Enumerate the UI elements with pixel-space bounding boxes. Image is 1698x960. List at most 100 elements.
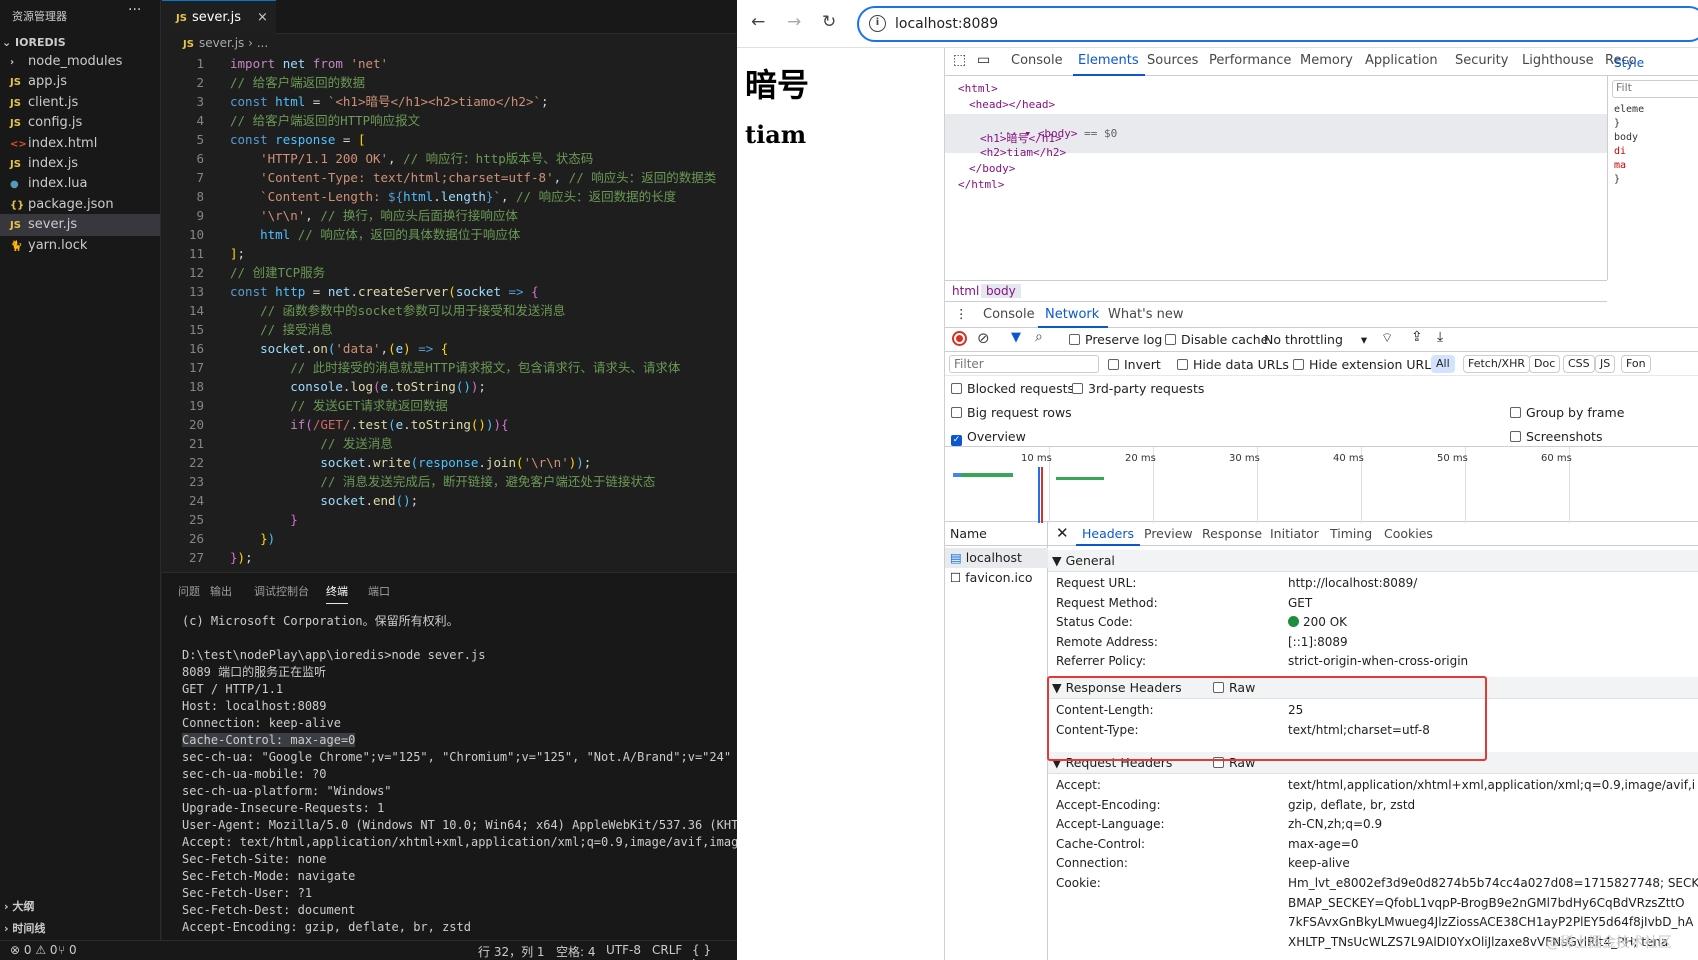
disable-cache-checkbox[interactable]: Disable cache xyxy=(1165,332,1268,347)
tab-timing[interactable]: Timing xyxy=(1330,526,1372,541)
code-editor[interactable]: 1 import net from 'net' 2// 给客户端返回的数据 3 co… xyxy=(162,54,737,567)
clear-icon[interactable]: ⊘ xyxy=(977,329,990,347)
request-favicon[interactable]: ☐ favicon.ico xyxy=(945,568,1048,588)
type-filter-1[interactable]: Fetch/XHR xyxy=(1463,355,1530,373)
file-index-lua[interactable]: ● index.lua xyxy=(0,173,160,195)
device-toolbar-icon[interactable]: ▭ xyxy=(977,52,990,68)
request-localhost[interactable]: ▤ localhost xyxy=(945,548,1048,568)
screenshots-checkbox[interactable]: Screenshots xyxy=(1510,429,1602,444)
group-by-frame-checkbox[interactable]: Group by frame xyxy=(1510,405,1624,420)
preserve-log-checkbox[interactable]: Preserve log xyxy=(1069,332,1162,347)
language-status[interactable]: { } Java xyxy=(692,943,737,960)
panel-tab-0[interactable]: 问题 xyxy=(178,583,200,599)
dom-node-head[interactable]: <head></head> xyxy=(969,98,1055,111)
encoding-status[interactable]: UTF-8 xyxy=(606,943,641,957)
type-filter-0[interactable]: All xyxy=(1431,355,1455,373)
tab-sever-js[interactable]: JS sever.js × xyxy=(162,0,276,34)
overview-checkbox[interactable]: ✓ Overview xyxy=(951,429,1026,446)
drawer-menu-icon[interactable]: ⋮ xyxy=(955,306,968,321)
filter-funnel-icon[interactable]: ▼ xyxy=(1011,330,1021,345)
elements-tree[interactable]: <html> <head></head> ··· ▾ <body> == $0 … xyxy=(945,76,1607,280)
throttling-select[interactable]: No throttling ▾ xyxy=(1264,332,1367,347)
problems-status[interactable]: ⊗ 0 ⚠ 0 xyxy=(10,943,58,957)
crumb-html[interactable]: html xyxy=(947,284,984,298)
file-yarn-lock[interactable]: 🐈 yarn.lock xyxy=(0,235,160,257)
panel-tab-2[interactable]: 调试控制台 xyxy=(254,583,309,599)
section-general[interactable]: ▼ General xyxy=(1048,550,1698,572)
file-client-js[interactable]: JS client.js xyxy=(0,92,160,114)
close-icon[interactable]: ✕ xyxy=(1056,524,1069,542)
search-icon[interactable]: ⌕ xyxy=(1035,329,1043,345)
forward-arrow-icon[interactable]: → xyxy=(787,12,801,32)
drawer-tab-0[interactable]: Console xyxy=(983,307,1035,322)
close-icon[interactable]: × xyxy=(257,1,268,34)
tab-sources[interactable]: Sources xyxy=(1147,53,1198,68)
panel-tab-4[interactable]: 端口 xyxy=(368,583,390,599)
tab-cookies[interactable]: Cookies xyxy=(1384,526,1433,541)
cursor-position[interactable]: 行 32，列 1 xyxy=(478,943,545,960)
address-bar[interactable]: i localhost:8089 xyxy=(857,6,1698,42)
file-config-js[interactable]: JS config.js xyxy=(0,112,160,134)
tab-initiator[interactable]: Initiator xyxy=(1270,526,1319,541)
file-app-js[interactable]: JS app.js xyxy=(0,71,160,93)
upload-icon[interactable]: ⇪ xyxy=(1411,329,1423,345)
file-index-js[interactable]: JS index.js xyxy=(0,153,160,175)
tab-elements[interactable]: Elements xyxy=(1078,53,1139,68)
drawer-tab-2[interactable]: What's new xyxy=(1108,307,1184,322)
timeline-section[interactable]: › 时间线 xyxy=(0,918,160,940)
name-column-header[interactable]: Name xyxy=(945,522,1048,546)
dom-node-html[interactable]: <html> xyxy=(958,82,998,95)
network-filter-input[interactable]: Filter xyxy=(949,355,1099,373)
file-package-json[interactable]: {} package.json xyxy=(0,194,160,216)
file-index-html[interactable]: <>index.html xyxy=(0,133,160,155)
breadcrumb[interactable]: JS sever.js › ... xyxy=(183,36,268,50)
panel-tab-3[interactable]: 终端 xyxy=(326,583,348,604)
type-filter-4[interactable]: JS xyxy=(1595,355,1616,373)
network-conditions-icon[interactable]: ⌔ xyxy=(1381,330,1393,346)
tab-console[interactable]: Console xyxy=(1011,53,1063,68)
download-icon[interactable]: ⤓ xyxy=(1437,329,1443,345)
tab-memory[interactable]: Memory xyxy=(1300,53,1353,68)
crumb-body[interactable]: body xyxy=(981,284,1021,298)
big-request-rows-checkbox[interactable]: Big request rows xyxy=(951,405,1072,420)
hide-extension-urls-checkbox[interactable]: Hide extension URLs xyxy=(1293,357,1438,372)
folder-ioredis[interactable]: ⌄ IOREDIS xyxy=(2,36,66,49)
tab-styles[interactable]: Style xyxy=(1614,56,1644,70)
url-input[interactable]: localhost:8089 xyxy=(895,16,998,32)
record-icon[interactable] xyxy=(952,331,967,346)
more-actions-icon[interactable]: ··· xyxy=(128,2,141,18)
hide-data-urls-checkbox[interactable]: Hide data URLs xyxy=(1177,357,1289,372)
browser-toolbar: ← → ↻ i localhost:8089 xyxy=(737,0,1698,48)
type-filter-2[interactable]: Doc xyxy=(1529,355,1561,373)
ports-status[interactable]: ⑂ 0 xyxy=(58,943,77,957)
file-sever-js[interactable]: JS sever.js xyxy=(0,214,160,237)
type-filter-3[interactable]: CSS xyxy=(1563,355,1595,373)
tab-application[interactable]: Application xyxy=(1365,53,1438,68)
eol-status[interactable]: CRLF xyxy=(652,943,682,957)
tab-headers[interactable]: Headers xyxy=(1082,526,1134,541)
drawer-tab-1[interactable]: Network xyxy=(1045,307,1099,322)
site-info-icon[interactable]: i xyxy=(869,15,886,32)
tab-performance[interactable]: Performance xyxy=(1209,53,1291,68)
panel-tab-1[interactable]: 输出 xyxy=(210,583,232,599)
indent-status[interactable]: 空格: 4 xyxy=(556,943,596,960)
back-arrow-icon[interactable]: ← xyxy=(751,12,765,32)
tab-security[interactable]: Security xyxy=(1455,53,1508,68)
invert-checkbox[interactable]: Invert xyxy=(1108,357,1161,372)
network-overview-timeline[interactable]: 10 ms 20 ms 30 ms 40 ms 50 ms 60 ms xyxy=(945,446,1698,523)
third-party-checkbox[interactable]: 3rd-party requests xyxy=(1072,381,1204,396)
file-node_modules[interactable]: › node_modules xyxy=(0,51,160,73)
header-value: keep-alive xyxy=(1288,856,1350,870)
styles-filter-input[interactable]: Filt xyxy=(1612,80,1698,98)
dom-node-h1[interactable]: <h1>暗号</h1> xyxy=(980,130,1062,146)
reload-icon[interactable]: ↻ xyxy=(822,12,836,32)
terminal[interactable]: (c) Microsoft Corporation。保留所有权利。 D:\test… xyxy=(182,613,737,936)
tab-preview[interactable]: Preview xyxy=(1144,526,1193,541)
blocked-requests-checkbox[interactable]: Blocked requests xyxy=(951,381,1074,396)
dom-node-h2[interactable]: <h2>tiam</h2> xyxy=(980,146,1066,159)
tab-response[interactable]: Response xyxy=(1202,526,1262,541)
tab-lighthouse[interactable]: Lighthouse xyxy=(1522,53,1594,68)
inspect-element-icon[interactable]: ⬚ xyxy=(953,52,966,68)
outline-section[interactable]: › 大纲 xyxy=(0,896,160,918)
type-filter-5[interactable]: Fon xyxy=(1621,355,1651,373)
